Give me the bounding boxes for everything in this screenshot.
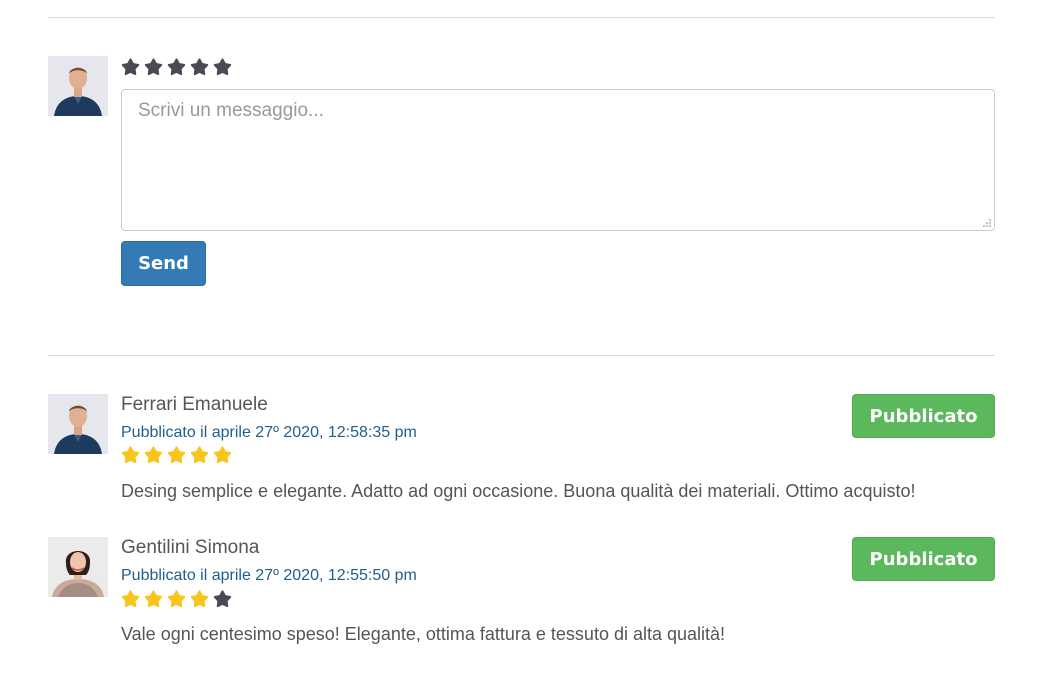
reviewer-avatar xyxy=(48,537,108,597)
message-textarea[interactable] xyxy=(121,89,995,231)
composer-star-empty-icon[interactable] xyxy=(213,58,232,77)
composer-rating[interactable] xyxy=(121,58,232,77)
review-star-filled-icon xyxy=(190,446,209,464)
review-text: Vale ogni centesimo speso! Elegante, ott… xyxy=(121,624,726,644)
review-rating xyxy=(121,590,232,609)
review-star-empty-icon xyxy=(213,590,232,608)
review-date: Pubblicato il aprile 27º 2020, 12:58:35 … xyxy=(121,424,417,441)
review-star-filled-icon xyxy=(213,446,232,464)
review-author: Gentilini Simona xyxy=(121,537,260,558)
review-star-filled-icon xyxy=(121,446,140,464)
review-star-filled-icon xyxy=(167,446,186,464)
review-text: Desing semplice e elegante. Adatto ad og… xyxy=(121,481,916,501)
status-badge[interactable]: Pubblicato xyxy=(852,537,995,581)
review-rating xyxy=(121,446,232,465)
review-author: Ferrari Emanuele xyxy=(121,394,268,415)
reviews-divider xyxy=(48,355,995,356)
top-divider xyxy=(48,17,995,18)
composer-star-empty-icon[interactable] xyxy=(121,58,140,77)
status-badge[interactable]: Pubblicato xyxy=(852,394,995,438)
review-star-filled-icon xyxy=(121,590,140,608)
review-star-filled-icon xyxy=(167,590,186,608)
reviews-page: Send Ferrari Emanuele Pubblicato il apri… xyxy=(0,0,1048,681)
review-date: Pubblicato il aprile 27º 2020, 12:55:50 … xyxy=(121,567,417,584)
review-star-filled-icon xyxy=(190,590,209,608)
review-star-filled-icon xyxy=(144,590,163,608)
current-user-avatar xyxy=(48,56,108,116)
composer-star-empty-icon[interactable] xyxy=(190,58,209,77)
composer-star-empty-icon[interactable] xyxy=(167,58,186,77)
send-button[interactable]: Send xyxy=(121,241,206,286)
reviewer-avatar xyxy=(48,394,108,454)
review-star-filled-icon xyxy=(144,446,163,464)
composer-star-empty-icon[interactable] xyxy=(144,58,163,77)
